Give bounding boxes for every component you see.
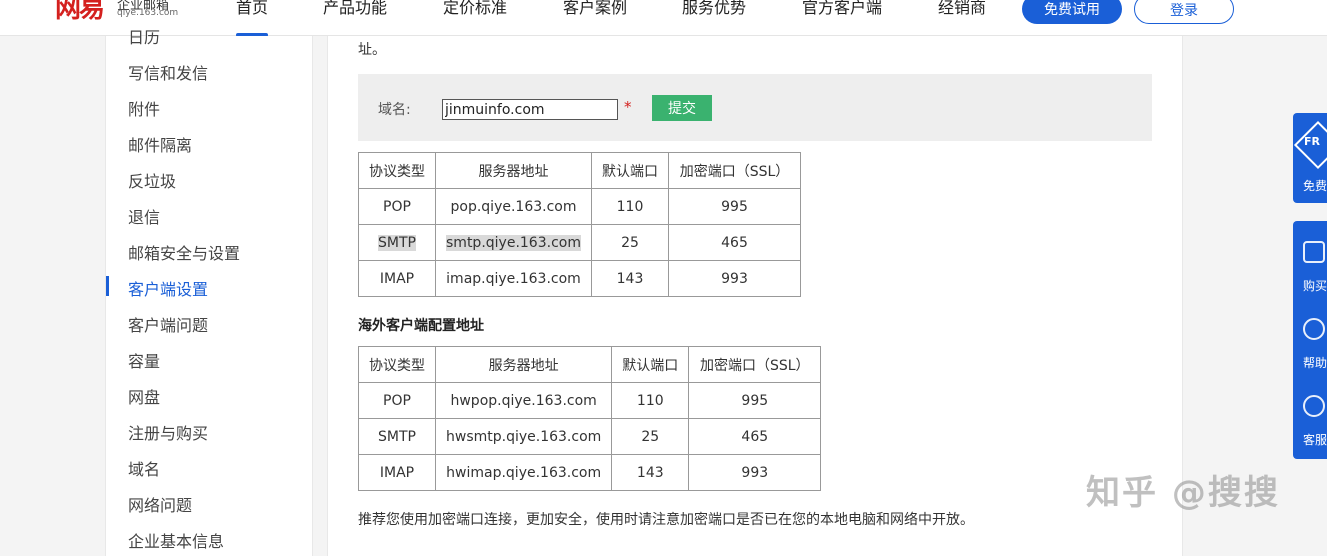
overseas-section-title: 海外客户端配置地址 xyxy=(358,318,484,334)
table-row: SMTP hwsmtp.qiye.163.com 25 465 xyxy=(358,418,822,455)
submit-button[interactable]: 提交 xyxy=(652,95,712,121)
sidebar-item-company-info[interactable]: 企业基本信息 xyxy=(128,528,224,552)
logo-text: 网易 xyxy=(55,0,105,24)
protocol-cell: SMTP xyxy=(358,418,436,455)
selected-protocol: SMTP xyxy=(378,234,416,251)
table-row: SMTP smtp.qiye.163.com 25 465 xyxy=(358,224,801,261)
server-cell: smtp.qiye.163.com xyxy=(435,224,592,261)
text-fragment: 址。 xyxy=(358,42,386,58)
sidebar-item-netdisk[interactable]: 网盘 xyxy=(128,384,160,408)
sidebar-item-antispam[interactable]: 反垃圾 xyxy=(128,168,176,192)
buy-label[interactable]: 购买 xyxy=(1303,277,1327,294)
cart-icon xyxy=(1303,241,1325,263)
table-header: 服务器地址 xyxy=(435,152,592,189)
nav-client[interactable]: 官方客户端 xyxy=(802,0,882,18)
sidebar-item-quarantine[interactable]: 邮件隔离 xyxy=(128,132,192,156)
protocol-cell: POP xyxy=(358,188,436,225)
selected-server: smtp.qiye.163.com xyxy=(446,234,581,251)
server-config-table: 协议类型 服务器地址 默认端口 加密端口（SSL） POP pop.qiye.1… xyxy=(358,152,801,297)
table-header: 协议类型 xyxy=(358,346,436,383)
sidebar-item-bounce[interactable]: 退信 xyxy=(128,204,160,228)
nav-pricing[interactable]: 定价标准 xyxy=(443,0,507,18)
server-cell: hwimap.qiye.163.com xyxy=(434,454,613,491)
server-cell: pop.qiye.163.com xyxy=(435,188,592,225)
domain-input[interactable] xyxy=(442,99,618,120)
sidebar-item-network[interactable]: 网络问题 xyxy=(128,492,192,516)
free-trial-float[interactable]: FR 免费 xyxy=(1293,113,1327,203)
nav-features[interactable]: 产品功能 xyxy=(323,0,387,18)
overseas-config-table: 协议类型 服务器地址 默认端口 加密端口（SSL） POP hwpop.qiye… xyxy=(358,346,822,491)
table-header: 加密端口（SSL） xyxy=(668,152,801,189)
table-header-row: 协议类型 服务器地址 默认端口 加密端口（SSL） xyxy=(358,346,822,383)
nav-dealers[interactable]: 经销商 xyxy=(938,0,986,18)
ssl-port-cell: 995 xyxy=(668,188,801,225)
service-label[interactable]: 客服 xyxy=(1303,431,1327,448)
sidebar-item-domain[interactable]: 域名 xyxy=(128,456,160,480)
table-header: 默认端口 xyxy=(591,152,669,189)
table-row: IMAP hwimap.qiye.163.com 143 993 xyxy=(358,454,822,491)
sidebar-item-client-issues[interactable]: 客户端问题 xyxy=(128,312,208,336)
server-cell: imap.qiye.163.com xyxy=(435,260,592,297)
help-icon xyxy=(1303,318,1325,340)
ssl-port-cell: 993 xyxy=(668,260,801,297)
sidebar-active-indicator xyxy=(106,276,109,296)
ssl-port-cell: 995 xyxy=(688,382,822,419)
ssl-port-cell: 465 xyxy=(668,224,801,261)
headset-icon xyxy=(1303,395,1325,417)
login-button[interactable]: 登录 xyxy=(1134,0,1234,24)
ssl-port-cell: 993 xyxy=(688,454,822,491)
table-row: POP hwpop.qiye.163.com 110 995 xyxy=(358,382,822,419)
nav-home[interactable]: 首页 xyxy=(236,0,268,18)
ssl-port-cell: 465 xyxy=(688,418,822,455)
nav-advantages[interactable]: 服务优势 xyxy=(682,0,746,18)
sidebar-item-security[interactable]: 邮箱安全与设置 xyxy=(128,240,240,264)
top-nav: 网易 企业邮箱 qiye.163.com 首页 产品功能 定价标准 客户案例 服… xyxy=(0,0,1327,37)
port-cell: 143 xyxy=(611,454,690,491)
main-content: 址。 域名: * 提交 协议类型 服务器地址 默认端口 加密端口（SSL） PO… xyxy=(327,36,1183,556)
help-sidebar: 日历 写信和发信 附件 邮件隔离 反垃圾 退信 邮箱安全与设置 客户端设置 客户… xyxy=(105,28,313,556)
port-cell: 143 xyxy=(591,260,669,297)
port-cell: 110 xyxy=(591,188,669,225)
protocol-cell: IMAP xyxy=(358,260,436,297)
service-float: 购买 帮助 客服 xyxy=(1293,221,1327,459)
sidebar-item-client-settings[interactable]: 客户端设置 xyxy=(128,276,208,300)
required-mark: * xyxy=(624,98,632,116)
server-cell: hwpop.qiye.163.com xyxy=(434,382,613,419)
free-trial-button[interactable]: 免费试用 xyxy=(1022,0,1122,24)
port-cell: 25 xyxy=(591,224,669,261)
logo-url: qiye.163.com xyxy=(117,8,179,18)
nav-cases[interactable]: 客户案例 xyxy=(563,0,627,18)
ssl-tip: 推荐您使用加密端口连接，更加安全，使用时请注意加密端口是否已在您的本地电脑和网络… xyxy=(358,512,974,528)
port-cell: 110 xyxy=(611,382,690,419)
table-header: 服务器地址 xyxy=(434,346,613,383)
sidebar-item-compose[interactable]: 写信和发信 xyxy=(128,60,208,84)
protocol-cell: IMAP xyxy=(358,454,436,491)
domain-label: 域名: xyxy=(378,102,411,118)
badge-text: FR xyxy=(1304,135,1320,148)
zhihu-watermark: 知乎 @搜搜 xyxy=(1086,473,1280,513)
help-label[interactable]: 帮助 xyxy=(1303,354,1327,371)
free-label: 免费 xyxy=(1303,179,1327,193)
table-row: IMAP imap.qiye.163.com 143 993 xyxy=(358,260,801,297)
port-cell: 25 xyxy=(611,418,690,455)
protocol-cell: POP xyxy=(358,382,436,419)
server-cell: hwsmtp.qiye.163.com xyxy=(434,418,613,455)
table-header: 加密端口（SSL） xyxy=(688,346,822,383)
protocol-cell: SMTP xyxy=(358,224,436,261)
table-header: 默认端口 xyxy=(611,346,690,383)
sidebar-item-attachments[interactable]: 附件 xyxy=(128,96,160,120)
table-row: POP pop.qiye.163.com 110 995 xyxy=(358,188,801,225)
sidebar-item-calendar[interactable]: 日历 xyxy=(128,24,160,48)
sidebar-item-register[interactable]: 注册与购买 xyxy=(128,420,208,444)
table-header-row: 协议类型 服务器地址 默认端口 加密端口（SSL） xyxy=(358,152,801,189)
domain-form: 域名: * 提交 xyxy=(358,74,1152,141)
table-header: 协议类型 xyxy=(358,152,436,189)
sidebar-item-capacity[interactable]: 容量 xyxy=(128,348,160,372)
